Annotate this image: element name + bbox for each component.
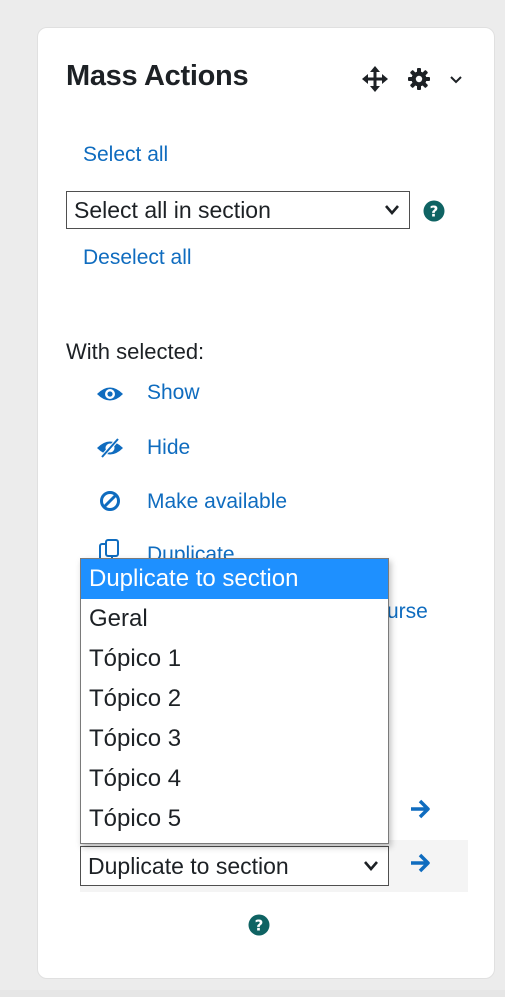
dropdown-option[interactable]: Duplicate to section xyxy=(81,559,388,599)
dropdown-option[interactable]: Geral xyxy=(81,599,388,639)
action-show-link[interactable]: Show xyxy=(147,381,200,405)
gear-icon[interactable] xyxy=(407,67,431,91)
page-bottom-edge xyxy=(0,990,505,997)
arrow-right-icon[interactable] xyxy=(409,852,433,874)
action-make-available-link[interactable]: Make available xyxy=(147,490,287,514)
duplicate-to-section-select[interactable]: Duplicate to section xyxy=(80,846,389,886)
svg-text:?: ? xyxy=(255,917,264,935)
eye-icon xyxy=(97,387,123,401)
block-title: Mass Actions xyxy=(66,60,249,92)
move-icon[interactable] xyxy=(362,66,388,92)
help-icon[interactable]: ? xyxy=(423,200,445,222)
select-all-link[interactable]: Select all xyxy=(83,143,168,167)
chevron-down-icon xyxy=(385,205,399,215)
chevron-down-icon xyxy=(364,861,378,871)
deselect-all-link[interactable]: Deselect all xyxy=(83,246,192,270)
section-select-value: Select all in section xyxy=(74,197,271,223)
action-partial-link[interactable]: urse xyxy=(387,600,428,624)
with-selected-heading: With selected: xyxy=(66,339,205,364)
arrow-right-icon[interactable] xyxy=(409,798,433,820)
dropdown-option[interactable]: Tópico 5 xyxy=(81,799,388,839)
action-hide-link[interactable]: Hide xyxy=(147,436,190,460)
duplicate-select-value: Duplicate to section xyxy=(88,853,289,879)
help-icon[interactable]: ? xyxy=(248,914,270,936)
dropdown-option[interactable]: Tópico 3 xyxy=(81,719,388,759)
chevron-down-icon[interactable] xyxy=(449,74,463,86)
duplicate-section-dropdown[interactable]: Duplicate to section Geral Tópico 1 Tópi… xyxy=(80,558,389,844)
dropdown-option[interactable]: Tópico 4 xyxy=(81,759,388,799)
ban-icon xyxy=(100,491,120,511)
svg-text:?: ? xyxy=(430,203,439,221)
section-select[interactable]: Select all in section xyxy=(66,191,410,229)
dropdown-option[interactable]: Tópico 1 xyxy=(81,639,388,679)
dropdown-option[interactable]: Tópico 2 xyxy=(81,679,388,719)
eye-slash-icon xyxy=(97,438,123,458)
